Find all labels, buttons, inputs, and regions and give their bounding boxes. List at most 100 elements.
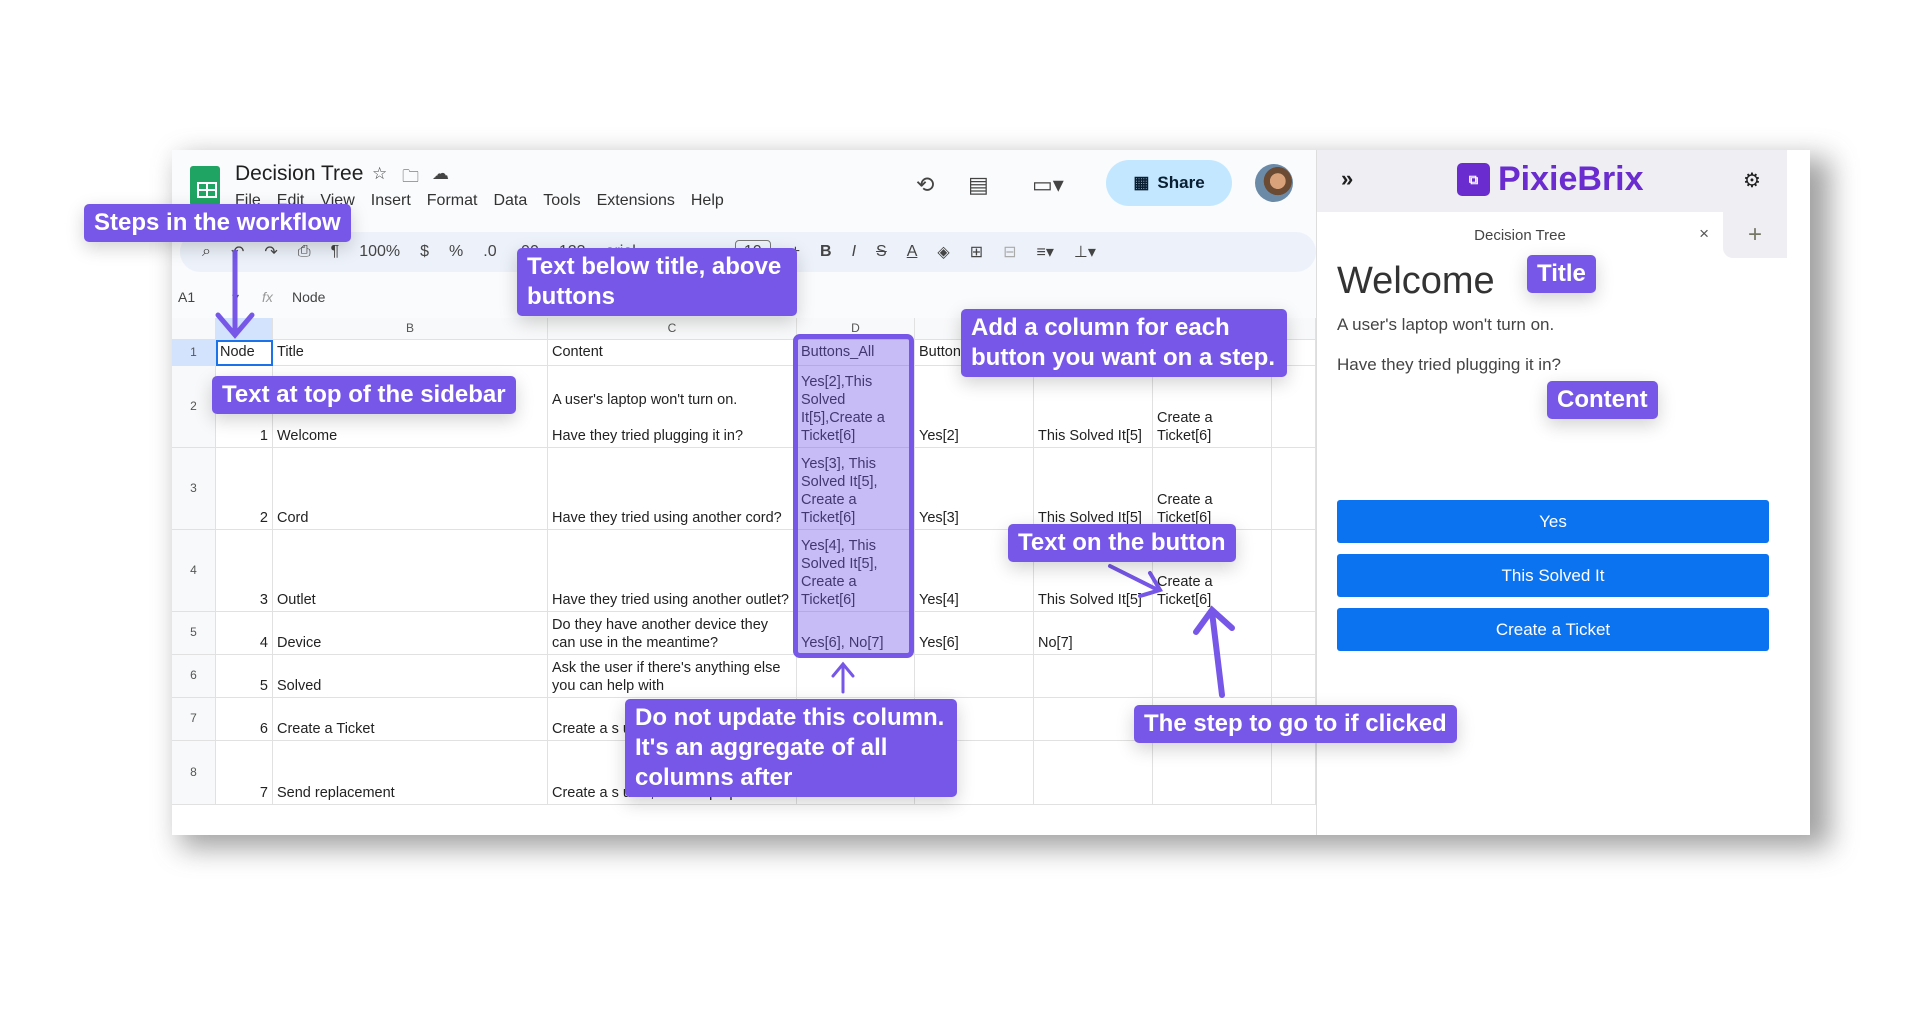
- name-box-dropdown-icon[interactable]: ▾: [232, 289, 262, 306]
- row-header[interactable]: 1: [172, 340, 216, 366]
- column-header[interactable]: C: [548, 318, 797, 340]
- zoom-select[interactable]: 100%: [359, 243, 400, 261]
- star-icon[interactable]: ☆: [372, 164, 387, 184]
- table-cell[interactable]: [915, 655, 1034, 698]
- formula-input[interactable]: Node: [292, 289, 325, 305]
- redo-icon[interactable]: ↷: [264, 242, 277, 262]
- version-history-icon[interactable]: ⟲: [916, 172, 934, 198]
- document-title[interactable]: Decision Tree: [235, 162, 363, 186]
- table-cell[interactable]: [1034, 741, 1153, 805]
- table-cell[interactable]: [1272, 530, 1316, 612]
- menu-data[interactable]: Data: [493, 192, 527, 210]
- row-header[interactable]: 5: [172, 612, 216, 655]
- table-cell[interactable]: [1272, 741, 1316, 805]
- menu-insert[interactable]: Insert: [371, 192, 411, 210]
- table-cell[interactable]: Solved: [273, 655, 548, 698]
- comments-icon[interactable]: ▤: [968, 172, 989, 198]
- table-cell[interactable]: Create a Ticket[6]: [1153, 366, 1272, 448]
- name-box[interactable]: A1: [172, 289, 232, 305]
- currency-button[interactable]: $: [420, 243, 429, 261]
- column-header[interactable]: [216, 318, 273, 340]
- table-cell[interactable]: 2: [216, 448, 273, 530]
- table-cell[interactable]: [1272, 448, 1316, 530]
- percent-button[interactable]: %: [449, 243, 463, 261]
- table-cell[interactable]: Outlet: [273, 530, 548, 612]
- annotation-content-badge: Content: [1547, 381, 1658, 419]
- row-header[interactable]: 2: [172, 366, 216, 448]
- italic-button[interactable]: I: [852, 243, 856, 261]
- annotation-top-sidebar: Text at top of the sidebar: [212, 376, 516, 414]
- table-cell[interactable]: [1153, 655, 1272, 698]
- settings-gear-icon[interactable]: ⚙: [1743, 168, 1761, 193]
- close-tab-icon[interactable]: ×: [1699, 224, 1709, 244]
- table-cell[interactable]: Send replacement: [273, 741, 548, 805]
- paint-format-icon[interactable]: ¶: [331, 243, 340, 261]
- table-cell[interactable]: Ask the user if there's anything else yo…: [548, 655, 797, 698]
- table-cell[interactable]: 4: [216, 612, 273, 655]
- bold-button[interactable]: B: [820, 243, 832, 261]
- merge-cells-icon[interactable]: ⊟: [1003, 242, 1016, 262]
- table-cell[interactable]: Yes[2]: [915, 366, 1034, 448]
- menu-format[interactable]: Format: [427, 192, 478, 210]
- share-button[interactable]: ▦ Share: [1106, 160, 1232, 206]
- collapse-sidebar-icon[interactable]: »: [1341, 166, 1353, 192]
- table-cell[interactable]: 3: [216, 530, 273, 612]
- fill-color-icon[interactable]: ◈: [937, 242, 949, 262]
- table-cell[interactable]: [1272, 655, 1316, 698]
- table-cell[interactable]: Create a Ticket[6]: [1153, 448, 1272, 530]
- row-header[interactable]: 6: [172, 655, 216, 698]
- align-icon[interactable]: ≡▾: [1037, 242, 1054, 262]
- row-header[interactable]: 8: [172, 741, 216, 805]
- row-header[interactable]: 4: [172, 530, 216, 612]
- table-cell[interactable]: [797, 655, 915, 698]
- meet-icon[interactable]: ▭▾: [1032, 172, 1064, 198]
- table-cell[interactable]: [1153, 612, 1272, 655]
- table-cell[interactable]: Content: [548, 340, 797, 366]
- menu-extensions[interactable]: Extensions: [597, 192, 675, 210]
- undo-icon[interactable]: ↶: [231, 242, 244, 262]
- brand-name: PixieBrix: [1498, 160, 1644, 198]
- table-cell[interactable]: [1153, 741, 1272, 805]
- sheets-logo-icon: [190, 166, 220, 206]
- table-cell[interactable]: A user's laptop won't turn on. Have they…: [548, 366, 797, 448]
- table-cell[interactable]: Cord: [273, 448, 548, 530]
- strikethrough-button[interactable]: S: [876, 243, 887, 261]
- table-cell[interactable]: Device: [273, 612, 548, 655]
- corner-select-all[interactable]: [172, 318, 216, 340]
- table-cell[interactable]: No[7]: [1034, 612, 1153, 655]
- borders-icon[interactable]: ⊞: [970, 242, 983, 262]
- print-icon[interactable]: ⎙: [298, 243, 311, 261]
- table-cell[interactable]: This Solved It[5]: [1034, 366, 1153, 448]
- this-solved-it-button[interactable]: This Solved It: [1337, 554, 1769, 597]
- table-cell[interactable]: Create a Ticket: [273, 698, 548, 741]
- valign-icon[interactable]: ⊥▾: [1074, 242, 1096, 262]
- text-color-button[interactable]: A: [907, 243, 918, 261]
- table-cell[interactable]: Yes[3]: [915, 448, 1034, 530]
- table-cell[interactable]: Title: [273, 340, 548, 366]
- column-header[interactable]: B: [273, 318, 548, 340]
- table-cell[interactable]: 6: [216, 698, 273, 741]
- table-cell[interactable]: [1272, 366, 1316, 448]
- row-header[interactable]: 7: [172, 698, 216, 741]
- yes-button[interactable]: Yes: [1337, 500, 1769, 543]
- table-cell[interactable]: [1034, 655, 1153, 698]
- move-folder-icon[interactable]: 🗀: [402, 164, 419, 193]
- search-icon[interactable]: ⌕: [202, 243, 211, 261]
- menu-tools[interactable]: Tools: [543, 192, 580, 210]
- row-header[interactable]: 3: [172, 448, 216, 530]
- table-cell[interactable]: Have they tried using another outlet?: [548, 530, 797, 612]
- create-ticket-button[interactable]: Create a Ticket: [1337, 608, 1769, 651]
- table-cell[interactable]: This Solved It[5]: [1034, 448, 1153, 530]
- table-cell[interactable]: 5: [216, 655, 273, 698]
- menu-help[interactable]: Help: [691, 192, 724, 210]
- tab-decision-tree[interactable]: Decision Tree ×: [1317, 212, 1723, 258]
- table-cell[interactable]: Have they tried using another cord?: [548, 448, 797, 530]
- add-tab-icon[interactable]: +: [1723, 212, 1787, 258]
- table-cell[interactable]: Do they have another device they can use…: [548, 612, 797, 655]
- user-avatar[interactable]: [1255, 164, 1293, 202]
- table-cell[interactable]: Node: [216, 340, 273, 366]
- table-cell[interactable]: [1272, 612, 1316, 655]
- decrease-decimal-button[interactable]: .0: [483, 243, 496, 261]
- table-cell[interactable]: Yes[6]: [915, 612, 1034, 655]
- table-cell[interactable]: 7: [216, 741, 273, 805]
